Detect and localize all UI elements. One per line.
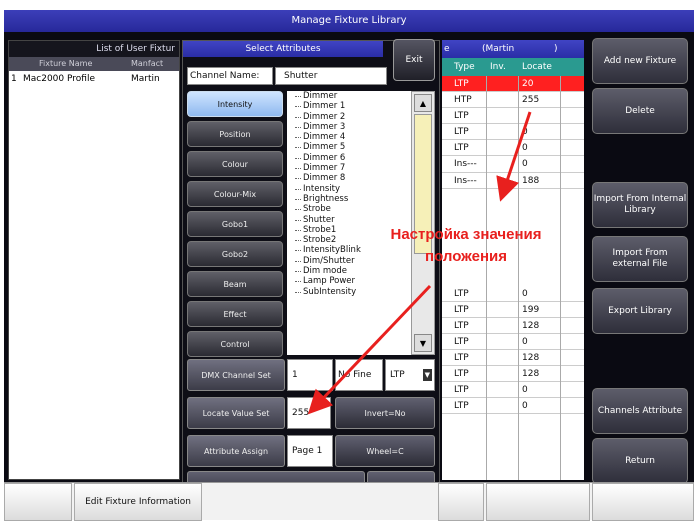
arrow-to-locate-column xyxy=(496,111,532,202)
annotation-text: Настройка значения положения xyxy=(390,226,542,265)
arrow-to-locate-field xyxy=(307,284,432,415)
annotation-arrows xyxy=(307,111,532,415)
